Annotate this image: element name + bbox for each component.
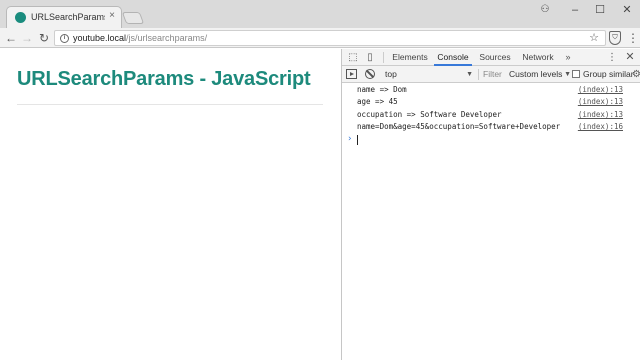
log-levels-select[interactable]: Custom levels ▼ [509, 68, 571, 81]
reload-button[interactable]: ↻ [36, 29, 52, 47]
extension-shield-icon[interactable]: ⛉ [609, 31, 621, 45]
tab-sources[interactable]: Sources [478, 49, 512, 66]
devtools-menu-icon[interactable]: ⋮ [605, 51, 619, 64]
log-source-link[interactable]: (index):13 [578, 109, 623, 121]
browser-tab[interactable]: URLSearchParams - JavaSc × [6, 6, 122, 28]
browser-toolbar: ← → ↻ i youtube.local/js/urlsearchparams… [0, 28, 640, 48]
title-divider [17, 104, 323, 105]
console-log-line: age => 45 (index):13 [342, 96, 640, 108]
url-host: youtube.local [73, 33, 127, 43]
console-settings-gear-icon[interactable]: ⚙ [632, 68, 640, 81]
log-source-link[interactable]: (index):13 [578, 96, 623, 108]
chevron-down-icon: ▼ [466, 71, 473, 78]
console-filterbar: top ▼ Filter Custom levels ▼ Group simil… [342, 66, 640, 83]
url-text[interactable]: youtube.local/js/urlsearchparams/ [73, 33, 207, 43]
console-log-line: name=Dom&age=45&occupation=Software+Deve… [342, 121, 640, 133]
tab-strip: URLSearchParams - JavaSc × ⚇ – ☐ ✕ [0, 0, 640, 28]
console-output: name => Dom (index):13 age => 45 (index)… [342, 84, 640, 146]
favicon-icon [15, 12, 26, 23]
back-button[interactable]: ← [3, 29, 19, 47]
forward-button[interactable]: → [19, 29, 35, 47]
device-toolbar-icon[interactable]: ▯ [363, 51, 377, 64]
show-sidebar-icon[interactable] [346, 69, 357, 79]
filter-input[interactable]: Filter [483, 68, 505, 81]
tab-title: URLSearchParams - JavaSc [31, 12, 105, 22]
close-devtools-icon[interactable]: ✕ [623, 51, 637, 64]
url-path: /js/urlsearchparams/ [126, 33, 208, 43]
console-prompt[interactable]: › [342, 133, 640, 146]
log-message: name => Dom [357, 85, 407, 94]
browser-menu-icon[interactable]: ⋮ [627, 29, 639, 47]
filter-divider [478, 69, 479, 80]
group-similar-label: Group similar [583, 69, 634, 79]
page-title: URLSearchParams - JavaScript [17, 68, 311, 90]
log-source-link[interactable]: (index):16 [578, 121, 623, 133]
more-tabs-icon[interactable]: » [562, 51, 574, 64]
close-window-button[interactable]: ✕ [618, 2, 636, 18]
clear-console-icon[interactable] [365, 69, 375, 79]
console-log-line: name => Dom (index):13 [342, 84, 640, 96]
text-cursor [357, 135, 358, 146]
log-source-link[interactable]: (index):13 [578, 84, 623, 96]
tab-network[interactable]: Network [520, 49, 556, 66]
devtools-panel: ⬚ ▯ Elements Console Sources Network » ⋮… [341, 49, 640, 360]
log-message: age => 45 [357, 97, 398, 107]
tab-console[interactable]: Console [434, 49, 472, 66]
log-message: occupation => Software Developer [357, 109, 502, 119]
chevron-down-icon: ▼ [564, 71, 571, 78]
group-similar-checkbox[interactable] [572, 70, 580, 78]
prompt-chevron-icon: › [347, 134, 353, 145]
address-bar[interactable]: i youtube.local/js/urlsearchparams/ ☆ [54, 30, 606, 46]
info-icon[interactable]: i [60, 34, 69, 43]
tab-elements[interactable]: Elements [391, 49, 429, 66]
maximize-button[interactable]: ☐ [591, 2, 609, 18]
page-viewport: URLSearchParams - JavaScript [0, 49, 341, 360]
user-profile-icon[interactable]: ⚇ [536, 2, 554, 18]
toolbar-divider [383, 52, 384, 63]
log-levels-value: Custom levels [509, 69, 563, 79]
inspect-element-icon[interactable]: ⬚ [346, 51, 360, 64]
bookmark-star-icon[interactable]: ☆ [589, 31, 599, 44]
context-value: top [385, 69, 397, 79]
log-message: name=Dom&age=45&occupation=Software+Deve… [357, 121, 561, 131]
console-log-line: occupation => Software Developer (index)… [342, 109, 640, 121]
tab-close-icon[interactable]: × [109, 11, 115, 21]
devtools-tabbar: ⬚ ▯ Elements Console Sources Network » ⋮… [342, 49, 640, 66]
minimize-button[interactable]: – [566, 2, 584, 18]
context-select[interactable]: top ▼ [385, 68, 473, 81]
new-tab-button[interactable] [121, 12, 145, 24]
